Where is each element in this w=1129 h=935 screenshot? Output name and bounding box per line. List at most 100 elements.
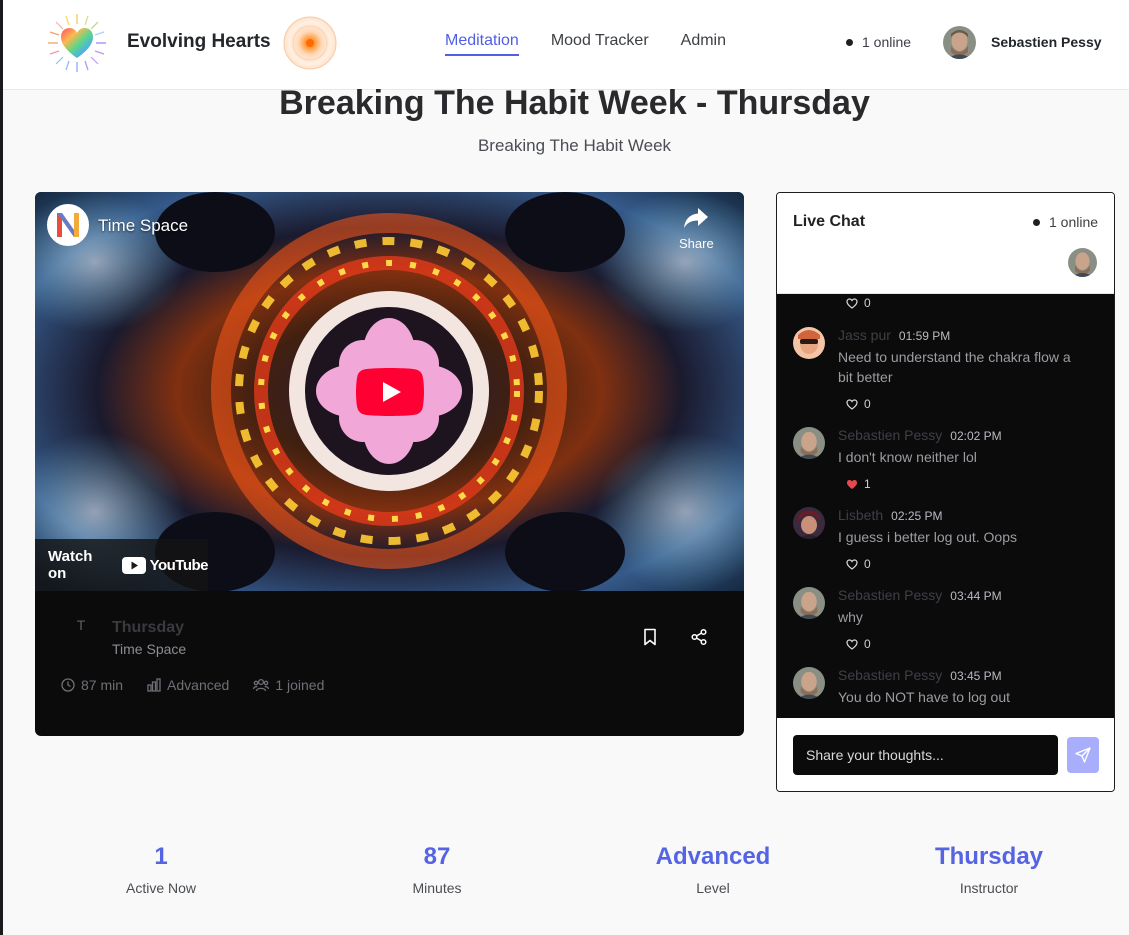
user-avatar[interactable] [943, 26, 976, 59]
bookmark-icon[interactable] [642, 628, 658, 646]
rainbow-heart-logo-icon[interactable] [46, 12, 108, 74]
participant-avatar[interactable] [1068, 248, 1097, 277]
heart-outline-icon [846, 398, 858, 410]
video-card: Time Space Share Watch on YouTube T Thur… [35, 192, 744, 736]
stat-label: Instructor [959, 880, 1019, 896]
session-meta-row: 87 min Advanced 1 joined [61, 677, 324, 693]
stat-value: 1 [154, 843, 168, 870]
message-text: I guess i better log out. Oops [838, 529, 1017, 545]
message-text: You do NOT have to log out [838, 689, 1011, 705]
top-navbar: Evolving Hearts Meditation Mood Tracker … [3, 0, 1129, 90]
message-author: Lisbeth 02:25 PM [838, 507, 943, 523]
youtube-embed[interactable]: Time Space Share Watch on YouTube [35, 192, 744, 591]
author-avatar[interactable] [793, 327, 825, 359]
like-count: 0 [864, 637, 871, 651]
live-chat-panel: Live Chat 1 online 0 Jass pur 01:59 PM N… [776, 192, 1115, 792]
author-avatar-image [793, 327, 825, 359]
stat-value: Advanced [655, 843, 771, 870]
message-text: Need to understand the chakra flow a bit… [838, 349, 1071, 385]
online-dot-icon [846, 38, 853, 46]
youtube-wordmark: YouTube [149, 556, 209, 574]
chat-online-count: 1 online [1049, 214, 1099, 230]
author-avatar[interactable] [793, 667, 825, 699]
message-time: 01:59 PM [898, 329, 951, 343]
sun-orb-icon [283, 16, 337, 70]
chat-messages[interactable]: 0 Jass pur 01:59 PM Need to understand th… [777, 294, 1114, 718]
message-author: Jass pur 01:59 PM [838, 327, 951, 343]
embed-video-title[interactable]: Time Space [98, 216, 188, 236]
share-label[interactable]: Share [679, 236, 714, 251]
like-count: 1 [864, 477, 871, 491]
message-author: Sebastien Pessy 02:02 PM [838, 427, 1002, 443]
nav-meditation[interactable]: Meditation [445, 32, 519, 56]
online-dot-icon [1033, 218, 1040, 226]
like-count: 0 [864, 397, 871, 411]
like-count: 0 [864, 296, 871, 310]
like-count: 0 [864, 557, 871, 571]
stat-value: Thursday [934, 843, 1044, 870]
level-meta: Advanced [147, 677, 229, 693]
duration-text: 87 min [81, 677, 124, 693]
author-avatar[interactable] [793, 587, 825, 619]
watch-on-youtube-button[interactable]: Watch on YouTube [35, 539, 209, 591]
like-button[interactable]: 0 [846, 637, 871, 651]
stat-instructor: Thursday Instructor [859, 843, 1119, 896]
heart-outline-icon [846, 297, 858, 309]
session-channel: Time Space [112, 641, 187, 657]
channel-logo-icon [49, 206, 87, 244]
online-count: 1 online [862, 34, 912, 50]
message-time: 03:45 PM [950, 669, 1002, 683]
window-edge [0, 0, 3, 935]
clock-icon [61, 678, 75, 692]
heart-filled-icon [847, 479, 857, 489]
brand-name[interactable]: Evolving Hearts [127, 31, 271, 53]
stat-level: Advanced Level [583, 843, 843, 896]
session-avatar-initial: T [76, 617, 86, 633]
chat-online-indicator: 1 online [1033, 214, 1098, 230]
heart-outline-icon [846, 638, 858, 650]
author-avatar-image [793, 667, 825, 699]
like-button-liked[interactable]: 1 [846, 477, 871, 491]
send-paper-plane-icon [1075, 747, 1091, 763]
message-author: Sebastien Pessy 03:44 PM [838, 587, 1002, 603]
users-icon [253, 678, 270, 692]
stat-label: Level [696, 880, 730, 896]
message-time: 02:25 PM [891, 509, 943, 523]
like-button[interactable]: 0 [846, 296, 871, 310]
youtube-logo: YouTube [121, 556, 209, 574]
user-avatar-image [943, 26, 976, 59]
duration-meta: 87 min [61, 677, 123, 693]
send-message-button[interactable] [1067, 737, 1099, 773]
stat-minutes: 87 Minutes [307, 843, 567, 896]
joined-text: 1 joined [275, 677, 325, 693]
like-button[interactable]: 0 [846, 557, 871, 571]
message-text: I don't know neither lol [838, 449, 977, 465]
message-time: 02:02 PM [950, 429, 1002, 443]
page-title: Breaking The Habit Week - Thursday [279, 84, 870, 122]
level-text: Advanced [167, 677, 230, 693]
author-avatar[interactable] [793, 427, 825, 459]
message-time: 03:44 PM [950, 589, 1002, 603]
share-arrow-icon[interactable] [683, 206, 709, 230]
participant-avatar-image [1068, 248, 1097, 277]
author-avatar-image [793, 507, 825, 539]
user-name[interactable]: Sebastien Pessy [991, 34, 1102, 50]
main-nav: Meditation Mood Tracker Admin [445, 32, 726, 56]
author-avatar-image [793, 587, 825, 619]
page-subtitle: Breaking The Habit Week [477, 136, 672, 155]
channel-avatar[interactable] [47, 204, 89, 246]
nav-admin[interactable]: Admin [681, 32, 726, 56]
share-nodes-icon[interactable] [690, 628, 708, 646]
youtube-play-button-icon[interactable] [356, 368, 424, 416]
message-text: why [838, 609, 863, 625]
chat-message-input[interactable] [793, 735, 1058, 775]
session-title: Thursday [112, 619, 185, 636]
message-author: Sebastien Pessy 03:45 PM [838, 667, 1002, 683]
joined-meta: 1 joined [253, 677, 324, 693]
watch-on-label: Watch on [48, 548, 93, 582]
author-avatar[interactable] [793, 507, 825, 539]
nav-mood-tracker[interactable]: Mood Tracker [551, 32, 649, 56]
chat-title: Live Chat [793, 213, 866, 230]
heart-outline-icon [846, 558, 858, 570]
like-button[interactable]: 0 [846, 397, 871, 411]
